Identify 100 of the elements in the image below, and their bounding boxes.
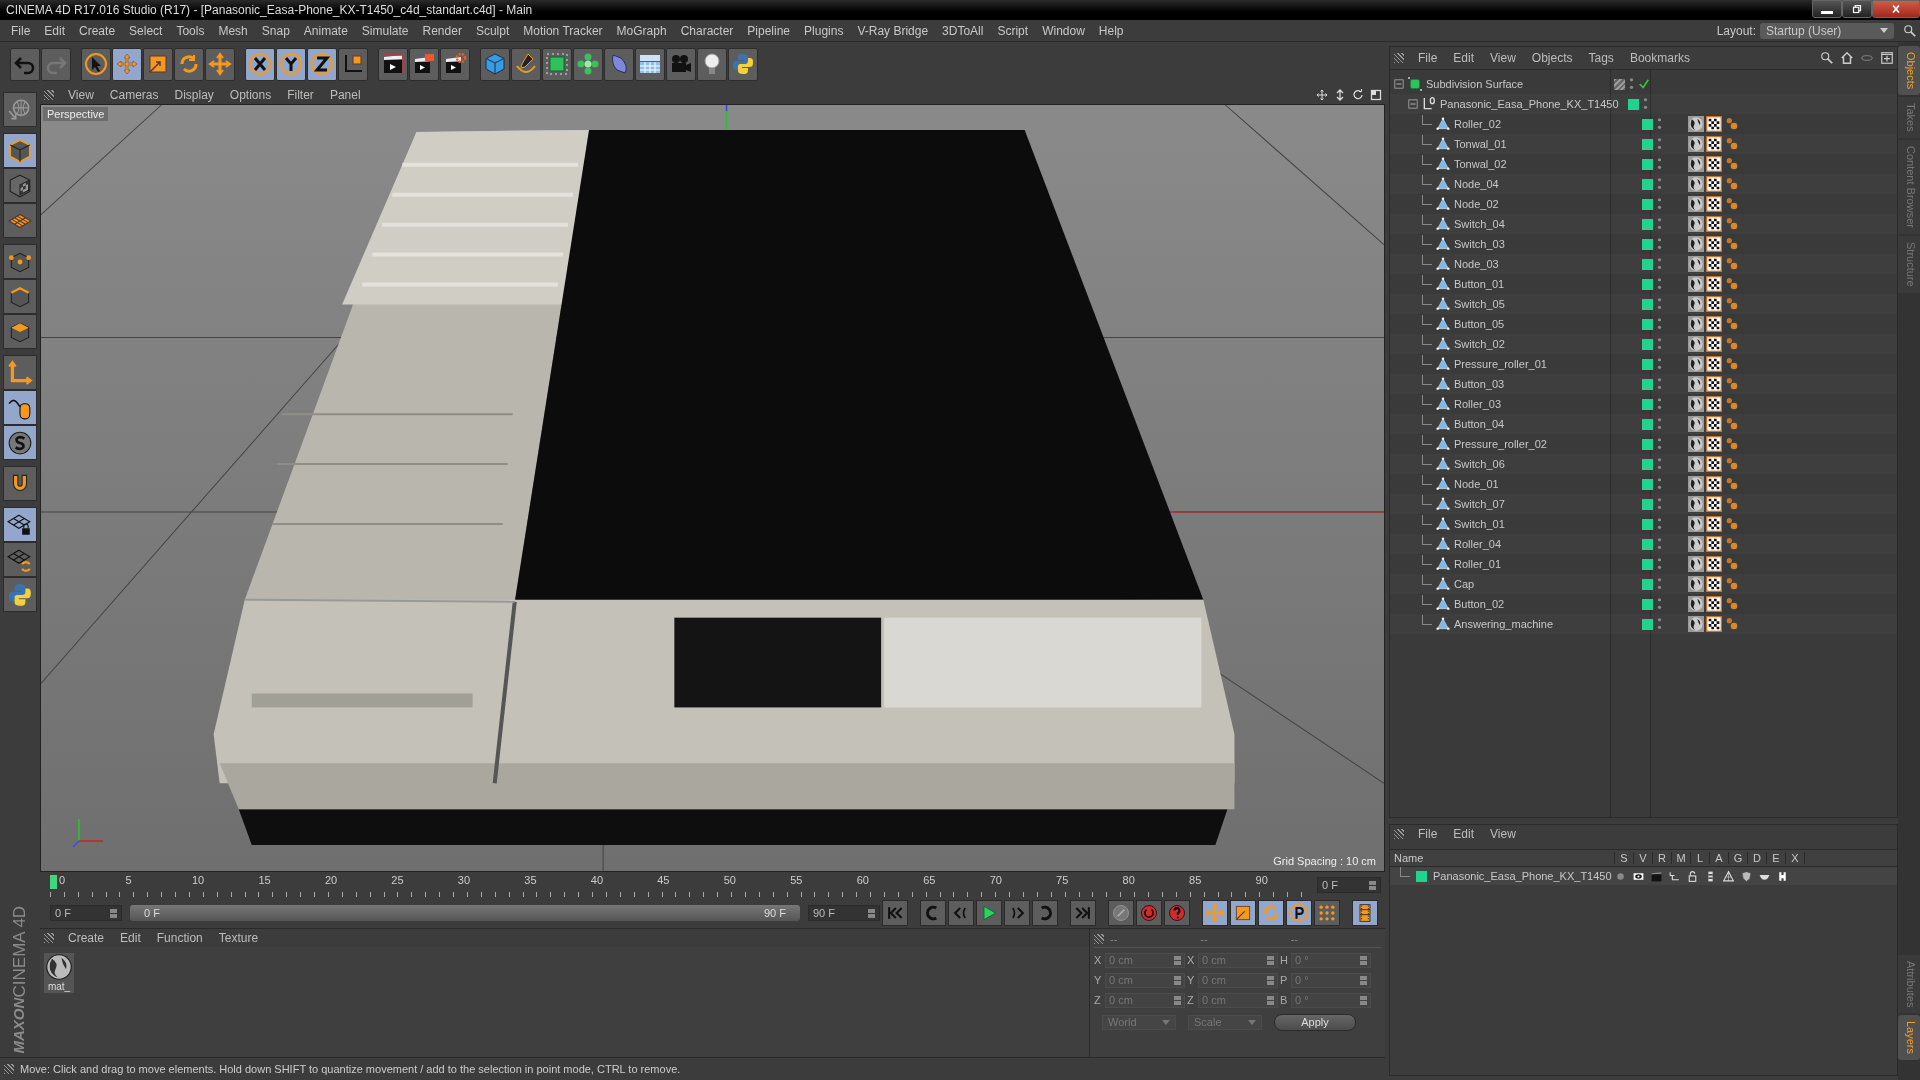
grid-rotate-button[interactable]: [3, 542, 37, 577]
move-arrows-button[interactable]: [1202, 900, 1228, 926]
python-logo-button[interactable]: [728, 47, 758, 81]
material-tag-icon[interactable]: [1688, 536, 1704, 552]
object-row[interactable]: Cap: [1390, 574, 1897, 594]
workplane-grid-button[interactable]: [3, 203, 37, 238]
viewport-menu-item[interactable]: Options: [221, 88, 280, 102]
object-row[interactable]: Button_02: [1390, 594, 1897, 614]
checker-tag-icon[interactable]: [1706, 236, 1722, 252]
material-tag-icon[interactable]: [1688, 396, 1704, 412]
menu-item[interactable]: Render: [415, 23, 469, 38]
subdivision-cube-button[interactable]: [542, 47, 572, 81]
selection-tag-icon[interactable]: [1724, 136, 1740, 152]
rotate-arrows-button[interactable]: [174, 47, 204, 81]
material-tag-icon[interactable]: [1688, 376, 1704, 392]
layout-dropdown[interactable]: Startup (User): [1760, 22, 1894, 39]
object-menu-item[interactable]: View: [1482, 51, 1524, 65]
viewport-menu-item[interactable]: Panel: [321, 88, 369, 102]
selection-tag-icon[interactable]: [1724, 296, 1740, 312]
home-icon[interactable]: [1840, 51, 1854, 65]
object-row[interactable]: Button_04: [1390, 414, 1897, 434]
material-tag-icon[interactable]: [1688, 456, 1704, 472]
menu-item[interactable]: V-Ray Bridge: [850, 23, 936, 38]
x-axis-button[interactable]: [245, 47, 275, 81]
selection-tag-icon[interactable]: [1724, 276, 1740, 292]
material-tag-icon[interactable]: [1688, 196, 1704, 212]
viewport-menu-item[interactable]: Filter: [279, 88, 322, 102]
menu-item[interactable]: Pipeline: [740, 23, 798, 38]
object-menu-item[interactable]: Objects: [1523, 51, 1581, 65]
viewport-menu-item[interactable]: Display: [166, 88, 222, 102]
scale-square-button[interactable]: [143, 47, 173, 81]
magnet-button[interactable]: [3, 466, 37, 501]
visibility-dots-icon[interactable]: [1657, 476, 1662, 492]
visibility-dots-icon[interactable]: [1657, 136, 1662, 152]
selection-tag-icon[interactable]: [1724, 476, 1740, 492]
checker-tag-icon[interactable]: [1706, 256, 1722, 272]
menu-item[interactable]: Snap: [254, 23, 297, 38]
cube-button[interactable]: [480, 47, 510, 81]
expander-icon[interactable]: [1394, 79, 1404, 89]
cube-points-button[interactable]: [3, 244, 37, 279]
start-frame-field[interactable]: 0 F: [50, 905, 122, 921]
object-row[interactable]: Node_01: [1390, 474, 1897, 494]
material-menu-item[interactable]: Function: [148, 931, 211, 945]
layer-menu-item[interactable]: File: [1410, 827, 1446, 841]
checker-tag-icon[interactable]: [1706, 396, 1722, 412]
clapperboard-gear-button[interactable]: [440, 47, 470, 81]
object-menu-item[interactable]: Edit: [1445, 51, 1483, 65]
object-row[interactable]: Roller_02: [1390, 114, 1897, 134]
menu-item[interactable]: File: [4, 23, 38, 38]
floor-grid-button[interactable]: [635, 47, 665, 81]
layer-row[interactable]: Panasonic_Easa_Phone_KX_T1450: [1390, 867, 1897, 885]
object-menu-item[interactable]: Tags: [1580, 51, 1622, 65]
scale-square-button[interactable]: [1230, 900, 1256, 926]
playhead-marker[interactable]: [50, 875, 57, 889]
material-tag-icon[interactable]: [1688, 116, 1704, 132]
bent-shape-button[interactable]: [604, 47, 634, 81]
object-row[interactable]: Node_03: [1390, 254, 1897, 274]
viewport-menu-item[interactable]: View: [60, 88, 102, 102]
material-tag-icon[interactable]: [1688, 136, 1704, 152]
selection-tag-icon[interactable]: [1724, 396, 1740, 412]
menu-item[interactable]: Help: [1091, 23, 1131, 38]
visibility-dots-icon[interactable]: [1657, 316, 1662, 332]
z-axis-button[interactable]: [307, 47, 337, 81]
object-row[interactable]: Tonwal_02: [1390, 154, 1897, 174]
menu-item[interactable]: Mesh: [211, 23, 255, 38]
visibility-dots-icon[interactable]: [1657, 216, 1662, 232]
material-tag-icon[interactable]: [1688, 276, 1704, 292]
menu-item[interactable]: Create: [72, 23, 123, 38]
side-tab[interactable]: Objects: [1898, 46, 1920, 96]
layer-toggle-icon[interactable]: [1739, 869, 1753, 883]
redo-arrow-button[interactable]: [41, 47, 71, 81]
menu-item[interactable]: Script: [990, 23, 1036, 38]
expander-icon[interactable]: [1408, 99, 1418, 109]
object-row[interactable]: Switch_03: [1390, 234, 1897, 254]
visibility-dots-icon[interactable]: [1657, 256, 1662, 272]
visibility-dots-icon[interactable]: [1657, 116, 1662, 132]
visibility-dots-icon[interactable]: [1657, 356, 1662, 372]
menu-item[interactable]: Character: [673, 23, 741, 38]
layer-toggle-icon[interactable]: [1721, 869, 1735, 883]
material-tag-icon[interactable]: [1688, 156, 1704, 172]
menu-item[interactable]: 3DToAll: [935, 23, 991, 38]
menu-item[interactable]: Simulate: [354, 23, 416, 38]
material-tag-icon[interactable]: [1688, 496, 1704, 512]
checker-tag-icon[interactable]: [1706, 196, 1722, 212]
visibility-dots-icon[interactable]: [1657, 416, 1662, 432]
layer-menu-item[interactable]: View: [1482, 827, 1524, 841]
selection-tag-icon[interactable]: [1724, 516, 1740, 532]
range-slider[interactable]: 0 F 90 F: [130, 905, 800, 921]
maximize-button[interactable]: [1842, 0, 1872, 18]
play-button[interactable]: [976, 900, 1002, 926]
selection-tag-icon[interactable]: [1724, 616, 1740, 632]
selection-tag-icon[interactable]: [1724, 556, 1740, 572]
checker-tag-icon[interactable]: [1706, 576, 1722, 592]
material-tag-icon[interactable]: [1688, 216, 1704, 232]
object-row[interactable]: Button_03: [1390, 374, 1897, 394]
material-tag-icon[interactable]: [1688, 176, 1704, 192]
pan-icon[interactable]: [1316, 89, 1328, 101]
y-axis-button[interactable]: [276, 47, 306, 81]
checker-tag-icon[interactable]: [1706, 556, 1722, 572]
checker-tag-icon[interactable]: [1706, 436, 1722, 452]
